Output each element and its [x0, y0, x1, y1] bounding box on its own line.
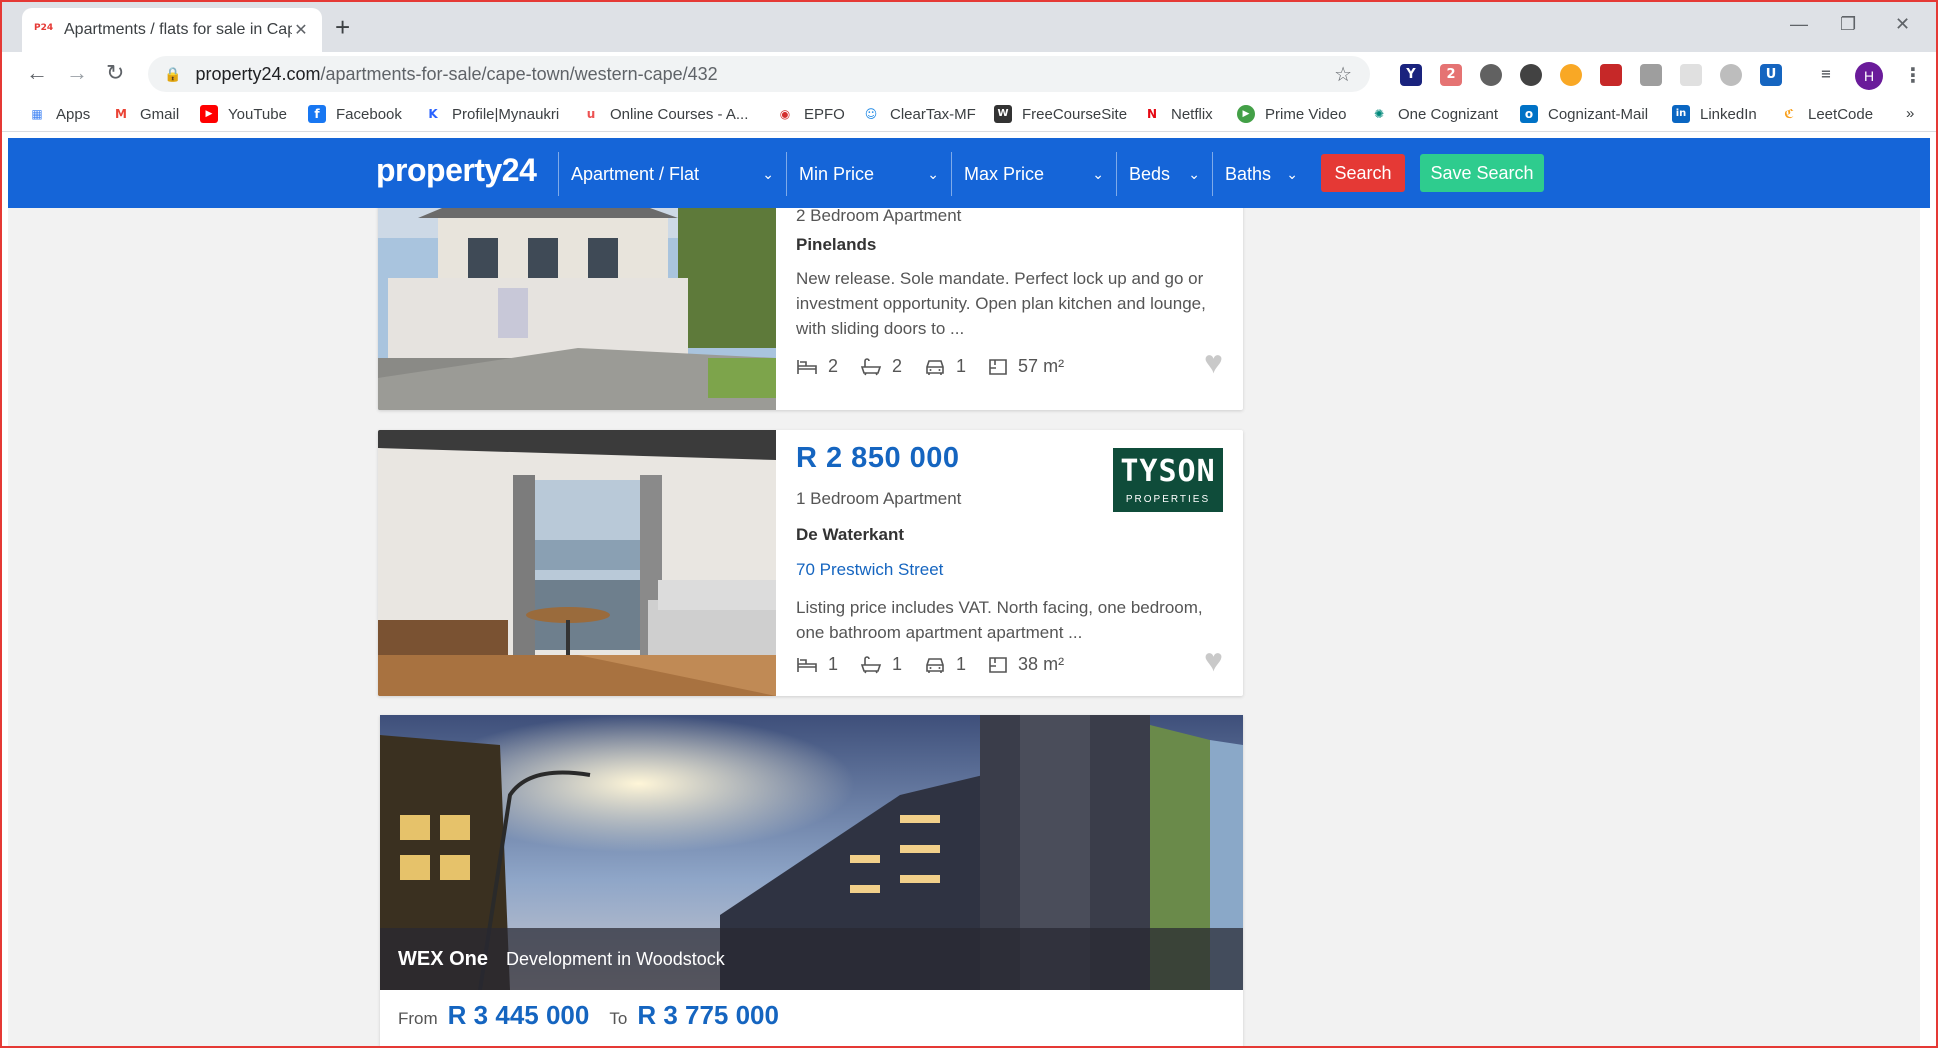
- screenshot-frame: [0, 0, 1938, 1048]
